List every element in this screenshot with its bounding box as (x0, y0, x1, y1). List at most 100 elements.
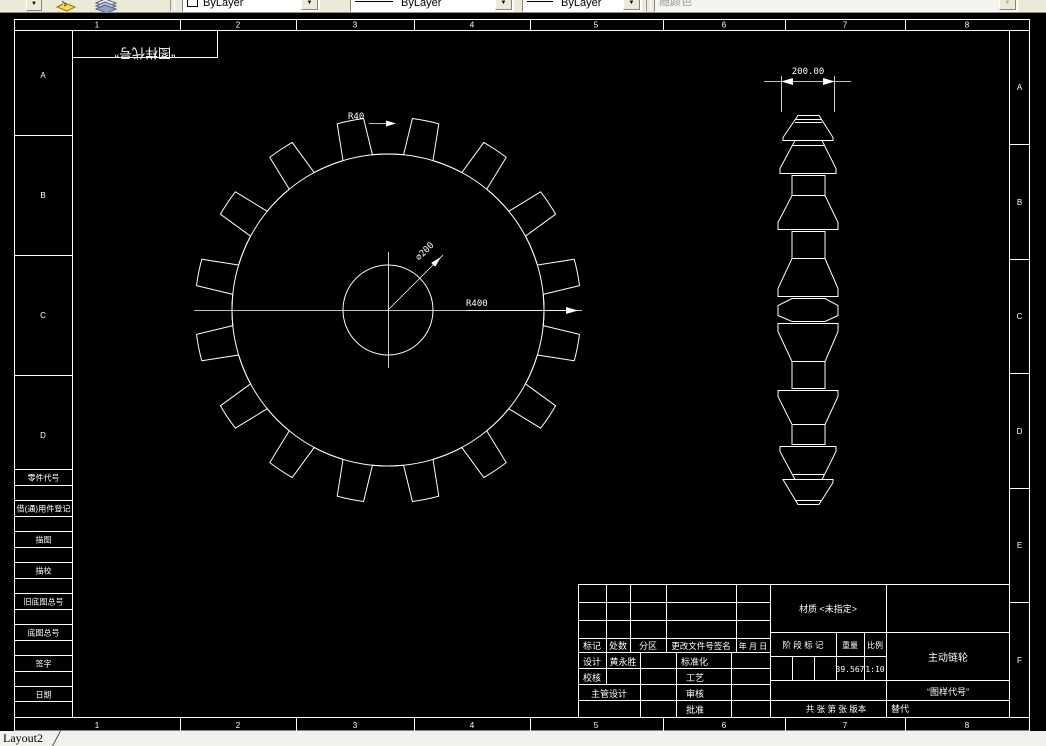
zone-letter: B (40, 191, 45, 200)
attachment-label: 零件代号 (28, 473, 60, 483)
zone-number: 4 (470, 21, 475, 30)
check-label: 校核 (583, 672, 601, 683)
zone-number: 4 (470, 721, 475, 730)
audit-label: 审核 (686, 688, 704, 699)
weight-value: 39.567 (836, 665, 865, 674)
cad-application-window: ▼ ByLayer ▼ ByLayer ▼ ByLayer ▼ 随颜色 ▼ 1 … (0, 0, 1046, 746)
toolbar-separator (646, 0, 651, 11)
sheet-border-lines (14, 19, 1030, 732)
sheets-label: 共 张 第 张 版本 (806, 704, 867, 714)
linetype-value: ByLayer (401, 0, 442, 9)
make-object-layer-current-icon[interactable] (54, 0, 78, 12)
zone-letter: F (1017, 656, 1022, 665)
color-swatch (187, 0, 198, 7)
dim-width: 200.00 (792, 67, 825, 77)
zone-number: 6 (722, 721, 727, 730)
zone-labels: 1 2 3 4 5 6 7 8 1 2 3 4 5 6 7 8 A B C D … (40, 21, 1023, 731)
rev-header-count: 处数 (609, 640, 627, 651)
sprocket-front-view (194, 118, 582, 502)
title-block-lines (578, 584, 1010, 718)
attachment-label: 日期 (36, 691, 52, 700)
zone-number: 8 (965, 21, 970, 30)
approve-label: 批准 (686, 704, 704, 715)
linetype-control[interactable]: ByLayer ▼ (350, 0, 514, 12)
zone-letter: A (1017, 83, 1023, 92)
scale-label: 比例 (867, 640, 883, 650)
attachment-table-labels: 零件代号 借(通)用件登记 描图 描校 旧底图总号 底图总号 签字 日期 (17, 473, 71, 700)
layout-tab[interactable]: Layout2 (0, 731, 43, 746)
color-dropdown-arrow[interactable]: ▼ (301, 0, 318, 10)
zone-letter: D (40, 431, 46, 440)
zone-letter: C (40, 311, 46, 320)
material-label: 材质 <未指定> (799, 603, 857, 614)
process-label: 工艺 (686, 673, 704, 683)
rev-header-date: 年 月 日 (739, 641, 767, 651)
weight-label: 重量 (842, 640, 858, 650)
tab-edge-divider (43, 731, 61, 746)
arrowhead (566, 307, 578, 314)
zone-number: 6 (722, 21, 727, 30)
zone-letter: C (1017, 312, 1023, 321)
sprocket-dimensions: R40 R400 ⌀200 (348, 112, 578, 314)
zone-letter: E (1017, 541, 1022, 550)
designer-name: 黄永胜 (609, 656, 636, 667)
drawing-code: “图样代号” (927, 686, 969, 697)
rev-header-changedoc: 更改文件号签名 (671, 641, 731, 651)
attachment-label: 描图 (36, 535, 52, 545)
lineweight-dropdown-arrow[interactable]: ▼ (623, 0, 640, 10)
dim-tooth-root-radius: R40 (348, 112, 364, 122)
toolbar-separator (170, 0, 175, 11)
design-label: 设计 (583, 656, 601, 667)
chief-design-label: 主管设计 (591, 688, 627, 699)
corner-drawing-code: “图样代号” (115, 46, 176, 61)
rev-header-zone: 分区 (639, 641, 657, 651)
arrowhead (386, 120, 396, 127)
sprocket-side-view (764, 76, 851, 505)
plotstyle-dropdown-arrow: ▼ (999, 0, 1016, 10)
attachment-label: 借(通)用件登记 (17, 504, 71, 514)
color-control[interactable]: ByLayer ▼ (182, 0, 320, 12)
attachment-label: 签字 (36, 659, 52, 669)
zone-letter: D (1017, 427, 1023, 436)
dimension-leaders (369, 123, 578, 311)
attachment-label: 底图总号 (28, 628, 60, 638)
zone-number: 7 (843, 721, 848, 730)
arrowhead (781, 78, 793, 85)
zone-number: 2 (236, 21, 241, 30)
part-name: 主动链轮 (928, 651, 968, 664)
zone-number: 5 (594, 721, 599, 730)
lineweight-sample (527, 1, 553, 2)
zone-letter: B (1017, 198, 1022, 207)
drawing-canvas[interactable]: 1 2 3 4 5 6 7 8 1 2 3 4 5 6 7 8 A B C D … (0, 0, 1046, 746)
zone-number: 1 (95, 721, 100, 730)
side-view-dimension: 200.00 (781, 67, 835, 85)
properties-toolbar: ▼ ByLayer ▼ ByLayer ▼ ByLayer ▼ 随颜色 ▼ (0, 0, 1046, 13)
linetype-sample (355, 1, 393, 2)
attachment-label: 描校 (36, 566, 52, 576)
lineweight-control[interactable]: ByLayer ▼ (522, 0, 642, 12)
lineweight-value: ByLayer (561, 0, 602, 9)
zone-number: 5 (594, 21, 599, 30)
plotstyle-value: 随颜色 (659, 0, 692, 8)
replace-label: 替代 (891, 703, 909, 714)
centerlines (194, 252, 582, 368)
color-value: ByLayer (203, 0, 244, 9)
plotstyle-control: 随颜色 ▼ (654, 0, 1018, 12)
zone-number: 2 (236, 721, 241, 730)
rev-header-mark: 标记 (583, 640, 601, 651)
zone-number: 3 (353, 721, 358, 730)
layers-stack-icon[interactable] (92, 0, 120, 12)
linetype-dropdown-arrow[interactable]: ▼ (495, 0, 512, 10)
zone-number: 7 (843, 21, 848, 30)
scale-value: 1:10 (865, 665, 884, 674)
width-dimension-lines (764, 76, 851, 112)
dim-outer-radius: R400 (466, 299, 488, 309)
zone-number: 8 (965, 721, 970, 730)
zone-number: 1 (95, 21, 100, 30)
stage-mark-label: 阶 段 标 记 (782, 640, 824, 650)
standardization-label: 标准化 (681, 656, 708, 667)
dim-hub-diameter: ⌀200 (414, 241, 436, 263)
arrowhead (823, 78, 835, 85)
layout-tab-bar: Layout2 (0, 731, 1046, 746)
layer-combo-dropdown-button[interactable]: ▼ (26, 0, 42, 11)
